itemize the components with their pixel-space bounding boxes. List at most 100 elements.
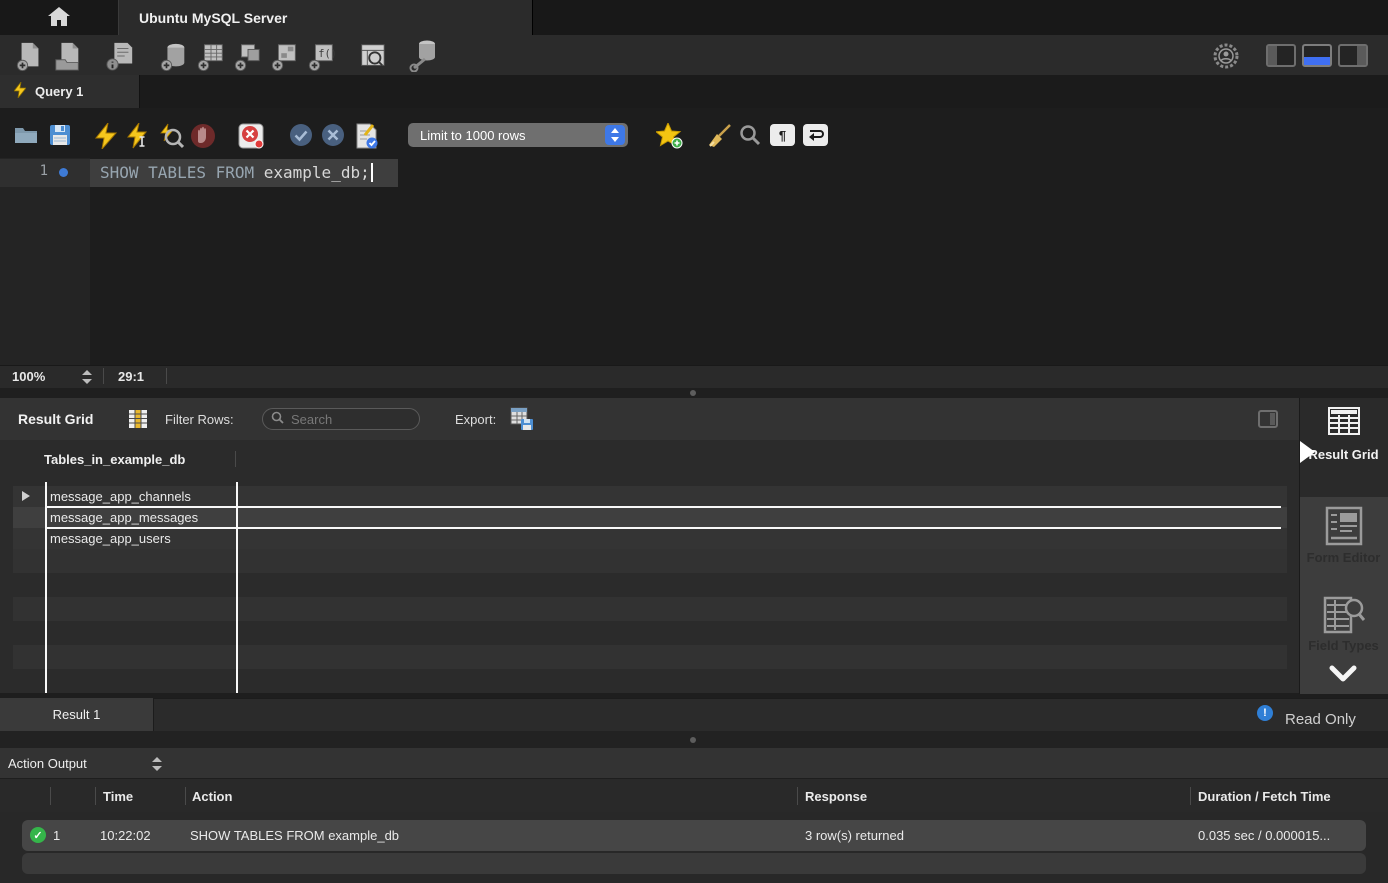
toggle-autocommit-icon[interactable]	[353, 123, 377, 147]
row-value: message_app_channels	[50, 489, 191, 504]
col-action[interactable]: Action	[192, 779, 232, 813]
explain-plan-icon[interactable]	[158, 123, 182, 147]
open-file-icon[interactable]	[14, 123, 38, 147]
table-row[interactable]: message_app_users	[13, 528, 1287, 549]
grid-hline	[45, 506, 1281, 508]
statement-marker-dot	[59, 168, 68, 177]
new-query-tab-icon[interactable]	[14, 41, 46, 71]
caret-position: 29:1	[118, 369, 144, 384]
search-table-data-icon[interactable]	[356, 41, 388, 71]
code-line[interactable]: SHOW TABLES FROM example_db;	[100, 163, 373, 182]
stop-query-icon[interactable]	[190, 123, 214, 147]
toggle-right-panel-button[interactable]	[1338, 44, 1368, 67]
row-response: 3 row(s) returned	[805, 820, 904, 851]
action-output-selector[interactable]	[152, 757, 162, 771]
beautify-query-icon[interactable]	[706, 123, 730, 147]
col-duration[interactable]: Duration / Fetch Time	[1198, 779, 1331, 813]
sidebar-collapse-arrow-icon[interactable]	[1300, 441, 1315, 463]
empty-row-stripes	[13, 549, 1287, 693]
connection-tab-label: Ubuntu MySQL Server	[139, 10, 287, 26]
tab-result-1[interactable]: Result 1	[0, 698, 154, 731]
zoom-stepper[interactable]	[82, 370, 92, 384]
server-config-icon[interactable]	[408, 38, 440, 68]
create-function-icon[interactable]: f()	[306, 41, 338, 71]
text-cursor	[371, 163, 373, 182]
grid-header-row	[0, 440, 1299, 479]
field-types-icon[interactable]	[1323, 594, 1365, 639]
grid-vline	[45, 482, 47, 693]
form-editor-icon[interactable]	[1325, 506, 1363, 549]
find-icon[interactable]	[738, 123, 762, 147]
connection-tab[interactable]: Ubuntu MySQL Server	[119, 0, 533, 35]
grid-column-header[interactable]: Tables_in_example_db	[44, 452, 185, 467]
rollback-icon[interactable]	[321, 123, 345, 147]
save-script-icon[interactable]	[48, 123, 72, 147]
action-output-title: Action Output	[8, 756, 87, 771]
execute-statement-icon[interactable]	[127, 123, 151, 147]
pilcrow-icon: ¶	[779, 128, 786, 143]
status-divider	[103, 368, 104, 384]
table-row[interactable]: message_app_messages	[13, 507, 1287, 528]
result-grid-icon	[1328, 407, 1360, 438]
grid-columns-icon[interactable]	[128, 409, 148, 432]
wrap-text-button[interactable]	[803, 124, 828, 146]
execute-query-icon[interactable]	[94, 123, 118, 147]
search-icon	[271, 411, 284, 427]
editor-status-bar	[0, 365, 1388, 389]
toggle-stop-on-error-icon[interactable]	[238, 123, 262, 147]
create-view-icon[interactable]	[232, 41, 264, 71]
drag-handle-dot	[690, 737, 696, 743]
collapse-chevron-down-icon[interactable]	[1329, 665, 1357, 688]
grid-hline	[45, 527, 1281, 529]
open-sql-script-icon[interactable]	[52, 41, 84, 71]
zoom-level: 100%	[12, 369, 45, 384]
result-tab-bar	[0, 698, 1388, 732]
toggle-bottom-panel-button[interactable]	[1302, 44, 1332, 67]
inspector-icon[interactable]	[104, 41, 136, 71]
line-number: 1	[0, 163, 48, 179]
mysql-workbench-window: Ubuntu MySQL Server f()	[0, 0, 1388, 883]
add-snippet-icon[interactable]	[656, 123, 680, 147]
action-log-row[interactable]: ✓ 1 10:22:02 SHOW TABLES FROM example_db…	[22, 820, 1366, 851]
grid-vline[interactable]	[236, 482, 238, 693]
table-row[interactable]: message_app_channels	[13, 486, 1287, 507]
toggle-left-panel-button[interactable]	[1266, 44, 1296, 67]
commit-icon[interactable]	[289, 123, 313, 147]
action-output-header	[0, 748, 1388, 778]
sys-badge-icon	[1212, 42, 1244, 72]
row-duration: 0.035 sec / 0.000015...	[1198, 820, 1330, 851]
panel-toggle-icon[interactable]	[1258, 410, 1278, 431]
create-procedure-icon[interactable]	[269, 41, 301, 71]
create-schema-icon[interactable]	[158, 41, 190, 71]
sql-editor[interactable]	[0, 158, 1388, 365]
success-check-icon: ✓	[30, 827, 46, 843]
col-response[interactable]: Response	[805, 779, 867, 813]
show-invisibles-button[interactable]: ¶	[770, 124, 795, 146]
editor-gutter	[0, 158, 90, 365]
editor-result-splitter[interactable]	[0, 388, 1388, 398]
read-only-info-icon: !	[1257, 705, 1273, 721]
result-tab-label: Result 1	[53, 707, 101, 722]
limit-rows-value: Limit to 1000 rows	[420, 128, 526, 143]
row-action: SHOW TABLES FROM example_db	[190, 820, 399, 851]
read-only-status: Read Only	[1285, 711, 1356, 728]
result-grid-title: Result Grid	[18, 411, 93, 427]
sidebar-form-editor-label[interactable]: Form Editor	[1299, 550, 1388, 565]
status-divider-2	[166, 368, 167, 384]
create-table-icon[interactable]	[195, 41, 227, 71]
sql-identifier: example_db;	[254, 163, 370, 182]
filter-rows-label: Filter Rows:	[165, 412, 234, 427]
result-output-splitter[interactable]	[0, 731, 1388, 748]
drag-handle-dot	[690, 390, 696, 396]
sidebar-field-types-label[interactable]: Field Types	[1299, 638, 1388, 653]
export-recordset-icon[interactable]	[510, 407, 534, 434]
home-tab[interactable]	[0, 0, 119, 35]
svg-text:f(): f()	[318, 48, 337, 60]
filter-search-field[interactable]	[262, 408, 420, 430]
search-input[interactable]	[289, 411, 403, 428]
current-row-marker-icon	[22, 491, 30, 501]
tab-query-1[interactable]: Query 1	[0, 75, 140, 108]
limit-rows-dropdown[interactable]: Limit to 1000 rows	[408, 123, 628, 147]
header-column-separator[interactable]	[235, 451, 236, 467]
col-time[interactable]: Time	[103, 779, 133, 813]
